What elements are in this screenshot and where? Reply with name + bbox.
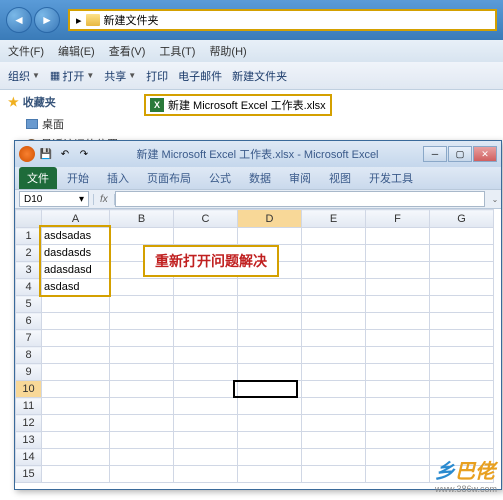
formula-input[interactable]	[115, 191, 485, 207]
tab-data[interactable]: 数据	[241, 167, 279, 189]
cell-a1[interactable]: asdsadas	[42, 228, 110, 245]
folder-icon	[86, 14, 100, 26]
menu-view[interactable]: 查看(V)	[109, 43, 146, 59]
fx-icon[interactable]: fx	[93, 194, 115, 205]
explorer-toolbar: 组织▼ ▦ 打开▼ 共享▼ 打印 电子邮件 新建文件夹	[0, 62, 503, 90]
organize-button[interactable]: 组织▼	[8, 68, 40, 84]
menu-help[interactable]: 帮助(H)	[209, 43, 246, 59]
address-text: 新建文件夹	[104, 12, 159, 28]
tab-layout[interactable]: 页面布局	[139, 167, 199, 189]
print-button[interactable]: 打印	[146, 68, 168, 84]
close-button[interactable]: ✕	[473, 146, 497, 162]
row-header[interactable]: 11	[16, 398, 42, 415]
address-bar[interactable]: ▸ 新建文件夹	[68, 9, 497, 31]
row-header[interactable]: 15	[16, 466, 42, 483]
chevron-right-icon: ▸	[76, 14, 82, 27]
cell-a3[interactable]: adasdasd	[42, 262, 110, 279]
col-header-e[interactable]: E	[302, 210, 366, 228]
tab-file[interactable]: 文件	[19, 167, 57, 189]
share-button[interactable]: 共享▼	[104, 68, 136, 84]
window-title: 新建 Microsoft Excel 工作表.xlsx - Microsoft …	[92, 146, 423, 162]
row-header[interactable]: 12	[16, 415, 42, 432]
excel-titlebar[interactable]: 💾 ↶ ↷ 新建 Microsoft Excel 工作表.xlsx - Micr…	[15, 141, 501, 167]
qat-redo-icon[interactable]: ↷	[76, 146, 92, 162]
qat-undo-icon[interactable]: ↶	[57, 146, 73, 162]
star-icon: ★	[8, 95, 19, 109]
watermark: 乡乡巴佬巴佬 www.386w.com	[435, 455, 497, 494]
explorer-menu-bar: 文件(F) 编辑(E) 查看(V) 工具(T) 帮助(H)	[0, 40, 503, 62]
excel-window: 💾 ↶ ↷ 新建 Microsoft Excel 工作表.xlsx - Micr…	[14, 140, 502, 490]
row-header[interactable]: 10	[16, 381, 42, 398]
menu-tools[interactable]: 工具(T)	[159, 43, 195, 59]
row-header[interactable]: 14	[16, 449, 42, 466]
explorer-nav-bar: ◄ ► ▸ 新建文件夹	[0, 0, 503, 40]
new-folder-button[interactable]: 新建文件夹	[232, 68, 287, 84]
tab-insert[interactable]: 插入	[99, 167, 137, 189]
row-header[interactable]: 2	[16, 245, 42, 262]
email-button[interactable]: 电子邮件	[178, 68, 222, 84]
row-header[interactable]: 4	[16, 279, 42, 296]
tab-view[interactable]: 视图	[321, 167, 359, 189]
col-header-g[interactable]: G	[430, 210, 494, 228]
minimize-button[interactable]: ─	[423, 146, 447, 162]
tab-dev[interactable]: 开发工具	[361, 167, 421, 189]
spreadsheet-grid[interactable]: A B C D E F G 1asdsadas 2dasdasds 3adasd…	[15, 209, 501, 487]
col-header-b[interactable]: B	[110, 210, 174, 228]
expand-formula-icon[interactable]: ⌄	[489, 195, 501, 204]
row-header[interactable]: 13	[16, 432, 42, 449]
cell-a4[interactable]: asdasd	[42, 279, 110, 296]
row-header[interactable]: 7	[16, 330, 42, 347]
annotation-note: 重新打开问题解决	[143, 245, 279, 277]
desktop-icon	[26, 119, 38, 129]
menu-file[interactable]: 文件(F)	[8, 43, 44, 59]
ribbon-tabs: 文件 开始 插入 页面布局 公式 数据 审阅 视图 开发工具	[15, 167, 501, 189]
excel-app-icon[interactable]	[19, 146, 35, 162]
menu-edit[interactable]: 编辑(E)	[58, 43, 95, 59]
file-item-excel[interactable]: X 新建 Microsoft Excel 工作表.xlsx	[144, 94, 332, 116]
formula-bar: D10 ▾ fx ⌄	[15, 189, 501, 209]
select-all-corner[interactable]	[16, 210, 42, 228]
favorites-desktop[interactable]: 桌面	[8, 114, 132, 134]
row-header[interactable]: 1	[16, 228, 42, 245]
maximize-button[interactable]: ▢	[448, 146, 472, 162]
file-name: 新建 Microsoft Excel 工作表.xlsx	[168, 97, 326, 113]
col-header-c[interactable]: C	[174, 210, 238, 228]
excel-file-icon: X	[150, 98, 164, 112]
qat-save-icon[interactable]: 💾	[38, 146, 54, 162]
open-button[interactable]: ▦ 打开▼	[50, 68, 94, 84]
cell-d10[interactable]	[238, 381, 302, 398]
back-button[interactable]: ◄	[6, 7, 32, 33]
cell-a2[interactable]: dasdasds	[42, 245, 110, 262]
row-header[interactable]: 9	[16, 364, 42, 381]
row-header[interactable]: 5	[16, 296, 42, 313]
dropdown-icon[interactable]: ▾	[79, 194, 84, 205]
favorites-header[interactable]: ★ 收藏夹	[8, 94, 132, 110]
name-box[interactable]: D10 ▾	[19, 191, 89, 207]
col-header-a[interactable]: A	[42, 210, 110, 228]
row-header[interactable]: 8	[16, 347, 42, 364]
row-header[interactable]: 3	[16, 262, 42, 279]
col-header-d[interactable]: D	[238, 210, 302, 228]
forward-button[interactable]: ►	[34, 7, 60, 33]
col-header-f[interactable]: F	[366, 210, 430, 228]
tab-formula[interactable]: 公式	[201, 167, 239, 189]
tab-review[interactable]: 审阅	[281, 167, 319, 189]
row-header[interactable]: 6	[16, 313, 42, 330]
tab-home[interactable]: 开始	[59, 167, 97, 189]
